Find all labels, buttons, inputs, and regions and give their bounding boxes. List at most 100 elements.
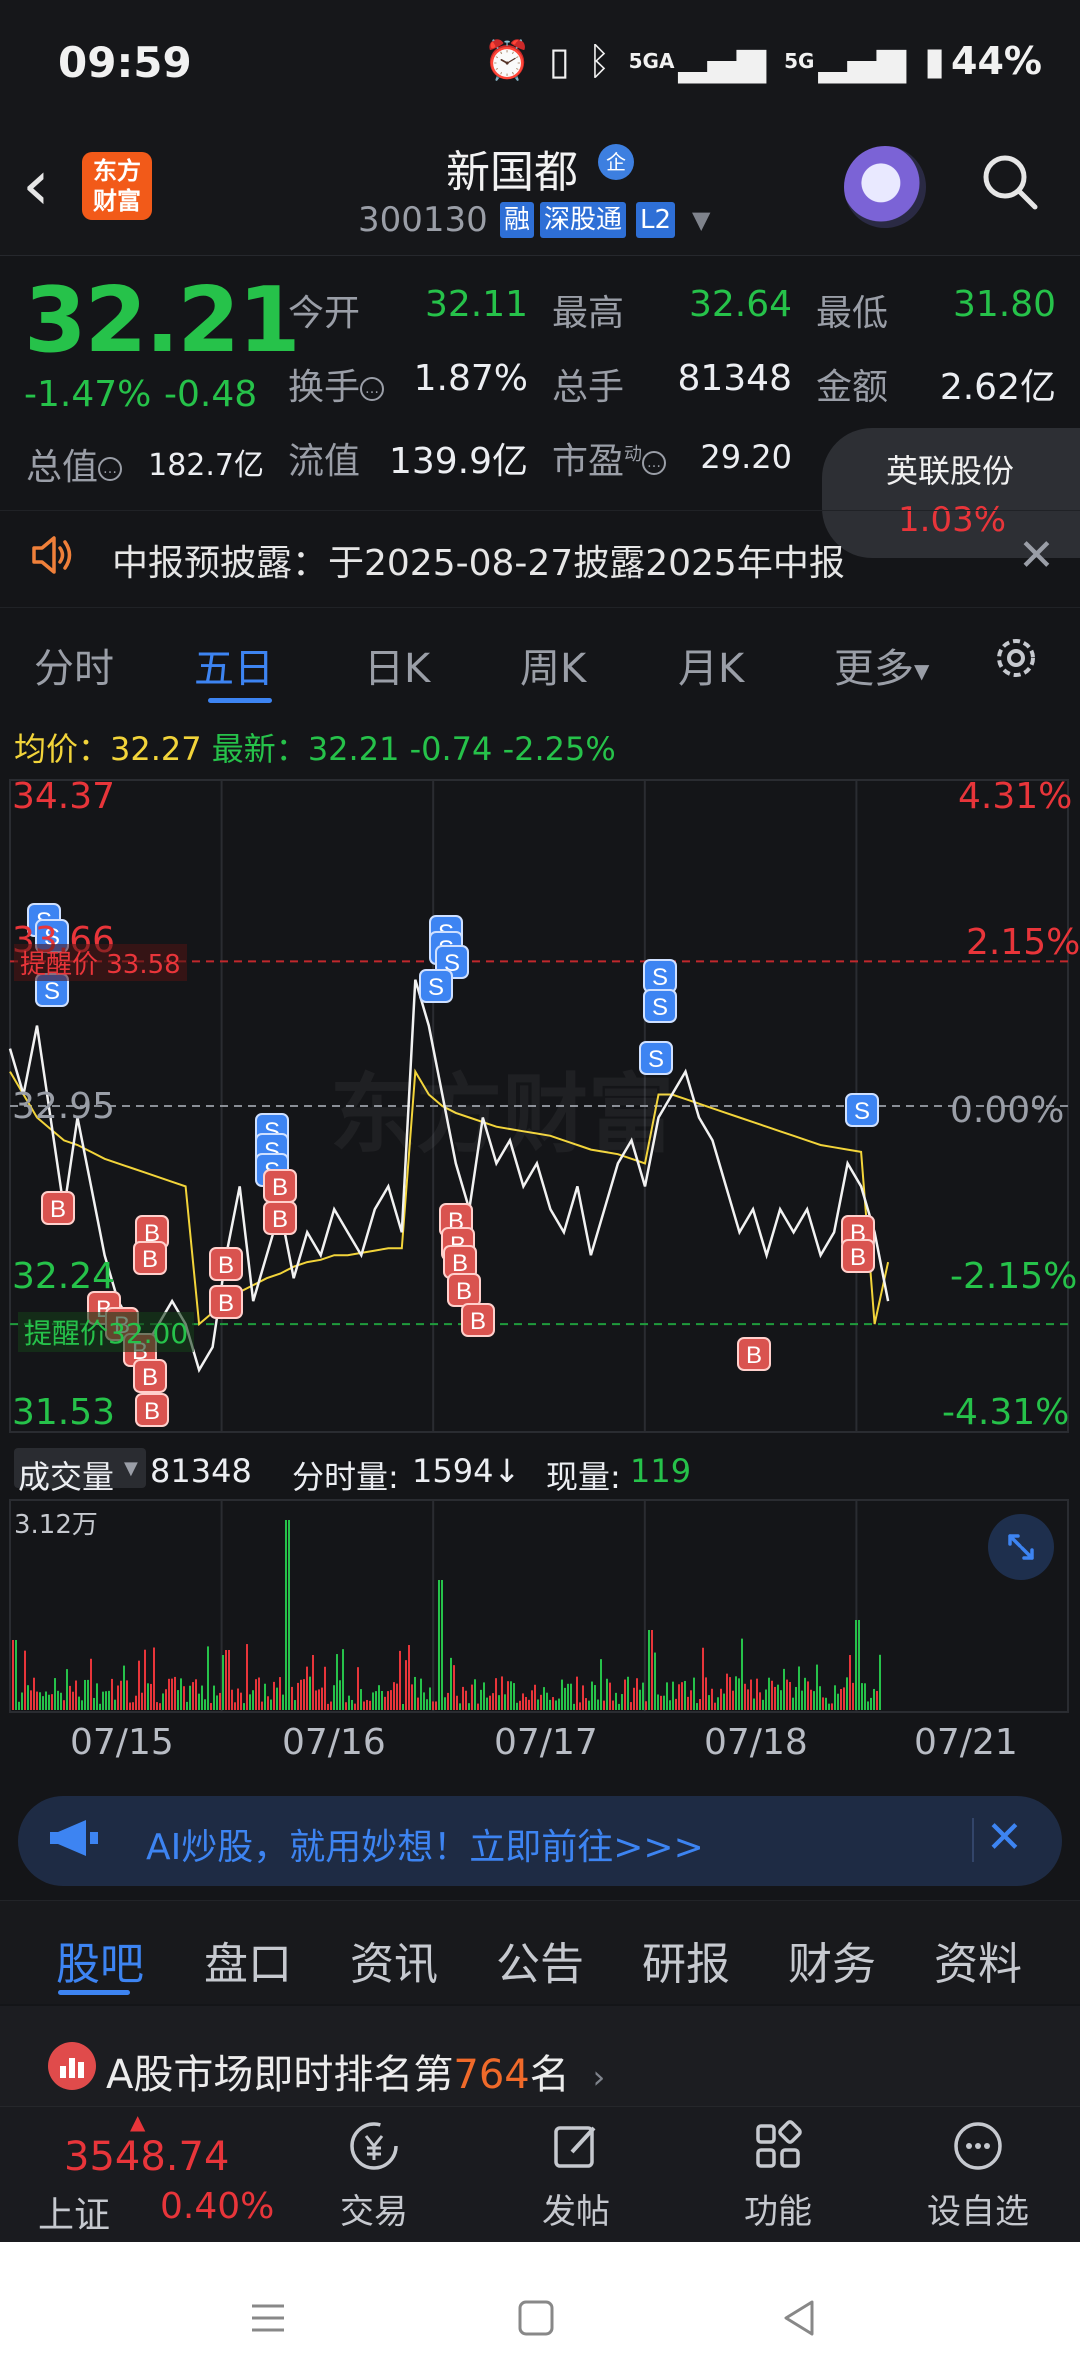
volume-bar <box>474 1679 476 1710</box>
tab-research[interactable]: 研报 <box>642 1928 730 1992</box>
volume-bar <box>123 1665 125 1710</box>
volume-bar <box>861 1683 863 1710</box>
avg-value: 32.27 <box>110 730 202 768</box>
volume-bar <box>495 1678 497 1710</box>
tab-daily-k[interactable]: 日K <box>364 636 430 694</box>
sell-marker-label: S <box>652 994 668 1021</box>
volume-bar <box>345 1702 347 1710</box>
volume-bar <box>522 1693 524 1710</box>
ai-banner-text[interactable]: AI炒股，就用妙想！立即前往>>> <box>146 1818 704 1870</box>
tab-more[interactable]: 更多▼ <box>834 636 929 694</box>
volume-bar <box>870 1697 872 1710</box>
active-tab-indicator <box>58 1990 130 1995</box>
volume-bar <box>405 1660 407 1710</box>
volume-bar <box>420 1678 422 1710</box>
info-icon[interactable]: … <box>98 457 123 481</box>
tab-announcements[interactable]: 公告 <box>496 1928 584 1992</box>
volume-bar <box>810 1689 812 1710</box>
tab-weekly-k[interactable]: 周K <box>520 636 586 694</box>
back-nav-icon[interactable] <box>780 2298 820 2338</box>
index-value[interactable]: 3548.74 <box>64 2134 229 2180</box>
expand-icon <box>1008 1534 1034 1560</box>
index-name[interactable]: 上证 <box>38 2186 110 2238</box>
volume-bar <box>462 1686 464 1710</box>
volume-bar <box>819 1686 821 1710</box>
volume-bar <box>399 1650 401 1710</box>
app-logo[interactable]: 东方 财富 <box>82 152 152 220</box>
volume-bar <box>543 1687 545 1710</box>
margin-tag[interactable]: 融 <box>500 202 535 238</box>
current-price: 32.21 <box>24 268 301 373</box>
volume-bar <box>714 1702 716 1710</box>
volume-bar <box>168 1678 170 1710</box>
close-icon[interactable]: ✕ <box>1018 530 1055 581</box>
tab-pankou[interactable]: 盘口 <box>204 1928 292 1992</box>
volume-bar <box>873 1688 875 1710</box>
nav-watchlist[interactable]: 设自选 <box>918 2116 1038 2233</box>
volume-bar <box>258 1677 260 1710</box>
volume-bar <box>606 1678 608 1710</box>
volume-bar <box>753 1698 755 1710</box>
home-icon[interactable] <box>516 2298 556 2338</box>
tab-monthly-k[interactable]: 月K <box>678 636 744 694</box>
volume-bar <box>309 1676 311 1710</box>
tab-profile[interactable]: 资料 <box>934 1928 1022 1992</box>
amount-label: 金额 <box>816 367 889 408</box>
volume-bar <box>285 1520 287 1710</box>
buy-marker-label: B <box>218 1252 234 1279</box>
volume-bar <box>468 1703 470 1710</box>
bar-chart-icon <box>48 2042 96 2090</box>
tab-guba[interactable]: 股吧 <box>56 1928 144 1992</box>
ai-robot-avatar[interactable] <box>844 146 926 228</box>
volume-chart[interactable] <box>0 1498 1080 1718</box>
volume-bar <box>264 1683 266 1710</box>
info-icon[interactable]: … <box>642 451 667 475</box>
volume-bar <box>393 1682 395 1710</box>
volume-bar <box>546 1692 548 1710</box>
volume-bar <box>783 1668 785 1710</box>
volume-bar <box>120 1680 122 1710</box>
volume-bar <box>201 1685 203 1710</box>
volume-bar <box>273 1681 275 1710</box>
volume-bar <box>669 1700 671 1710</box>
volume-bar <box>105 1691 107 1710</box>
nav-post[interactable]: 发帖 <box>516 2116 636 2233</box>
volume-bar <box>639 1689 641 1710</box>
buy-marker-label: B <box>746 1342 762 1369</box>
rank-text[interactable]: A股市场即时排名第764名 › <box>106 2042 605 2100</box>
volume-bar <box>657 1694 659 1710</box>
volume-bar <box>609 1682 611 1710</box>
close-icon[interactable]: ✕ <box>986 1812 1023 1863</box>
menu-icon[interactable] <box>248 2298 288 2338</box>
search-icon[interactable] <box>980 152 1040 212</box>
volume-bar <box>36 1691 38 1710</box>
volume-bar <box>702 1647 704 1710</box>
alert-low-label[interactable]: 提醒价32.00 <box>18 1312 195 1352</box>
tab-five-day[interactable]: 五日 <box>194 636 274 694</box>
volume-bar <box>585 1698 587 1710</box>
tab-finance[interactable]: 财务 <box>788 1928 876 1992</box>
buy-marker-label: B <box>144 1398 160 1425</box>
date-label-5: 07/21 <box>914 1722 1018 1763</box>
volume-label[interactable]: 成交量 <box>18 1452 114 1498</box>
tab-intraday[interactable]: 分时 <box>34 636 114 694</box>
nav-functions[interactable]: 功能 <box>718 2116 838 2233</box>
volume-bar <box>363 1701 365 1710</box>
info-icon[interactable]: … <box>360 377 385 401</box>
connect-tag[interactable]: 深股通 <box>540 202 627 238</box>
alert-high-label[interactable]: 提醒价 33.58 <box>14 944 187 981</box>
volume-bar <box>840 1688 842 1710</box>
back-icon[interactable]: ‹ <box>22 150 50 220</box>
y-label-ref: 32.95 <box>12 1086 116 1127</box>
volume-bar <box>681 1682 683 1710</box>
nav-trade[interactable]: 交易 <box>314 2116 434 2233</box>
chevron-down-icon[interactable]: ▼ <box>692 206 710 234</box>
expand-button[interactable] <box>988 1514 1054 1580</box>
amount-value: 2.62亿 <box>939 367 1056 408</box>
gear-icon[interactable] <box>990 632 1042 684</box>
volume-bar <box>417 1697 419 1710</box>
tab-news[interactable]: 资讯 <box>350 1928 438 1992</box>
volume-bar <box>459 1703 461 1710</box>
level2-tag[interactable]: L2 <box>636 202 676 238</box>
index-pct[interactable]: 0.40% <box>160 2186 274 2227</box>
